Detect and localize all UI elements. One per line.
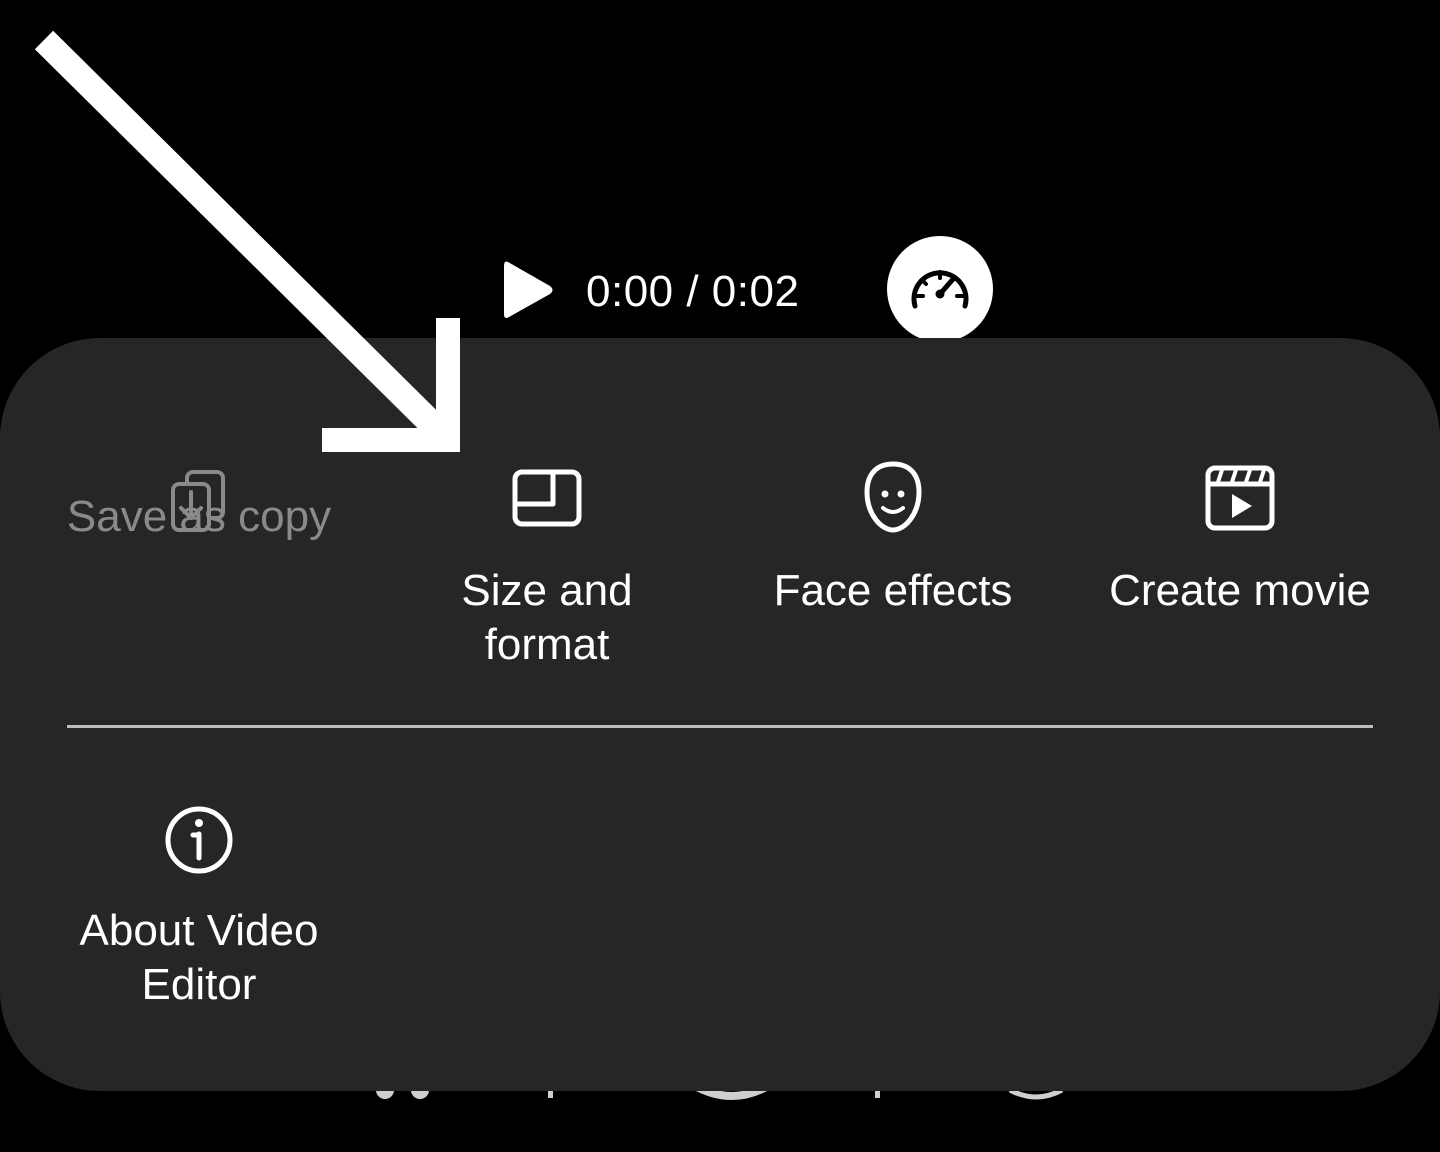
play-icon — [504, 261, 553, 318]
size-and-format-label: Size and format — [461, 566, 633, 669]
size-and-format-button[interactable]: Size and format — [377, 464, 717, 674]
save-as-copy-button[interactable]: Save as copy — [29, 464, 369, 654]
size-format-icon — [512, 469, 582, 527]
more-options-sheet: Save as copy Size and format Face effect… — [0, 338, 1440, 1091]
save-as-copy-label: Save as copy — [66, 492, 332, 541]
create-movie-button[interactable]: Create movie — [1070, 464, 1410, 654]
about-video-editor-button[interactable]: About Video Editor — [29, 802, 369, 1012]
playback-speed-button[interactable] — [887, 236, 993, 342]
speedometer-icon — [911, 270, 969, 309]
movie-clapper-icon — [1205, 465, 1275, 531]
video-editor-screen: 0:00 / 0:02 Save as copy Size and format… — [0, 0, 1440, 1152]
face-effects-label: Face effects — [773, 566, 1013, 615]
player-controls: 0:00 / 0:02 — [0, 236, 1440, 346]
about-video-editor-label: About Video Editor — [79, 906, 319, 1009]
play-button[interactable] — [498, 256, 560, 324]
playback-time: 0:00 / 0:02 — [586, 267, 800, 316]
face-effects-button[interactable]: Face effects — [723, 461, 1063, 654]
menu-divider — [67, 725, 1373, 728]
info-icon — [165, 806, 233, 874]
face-icon — [864, 461, 922, 533]
create-movie-label: Create movie — [1109, 566, 1371, 615]
